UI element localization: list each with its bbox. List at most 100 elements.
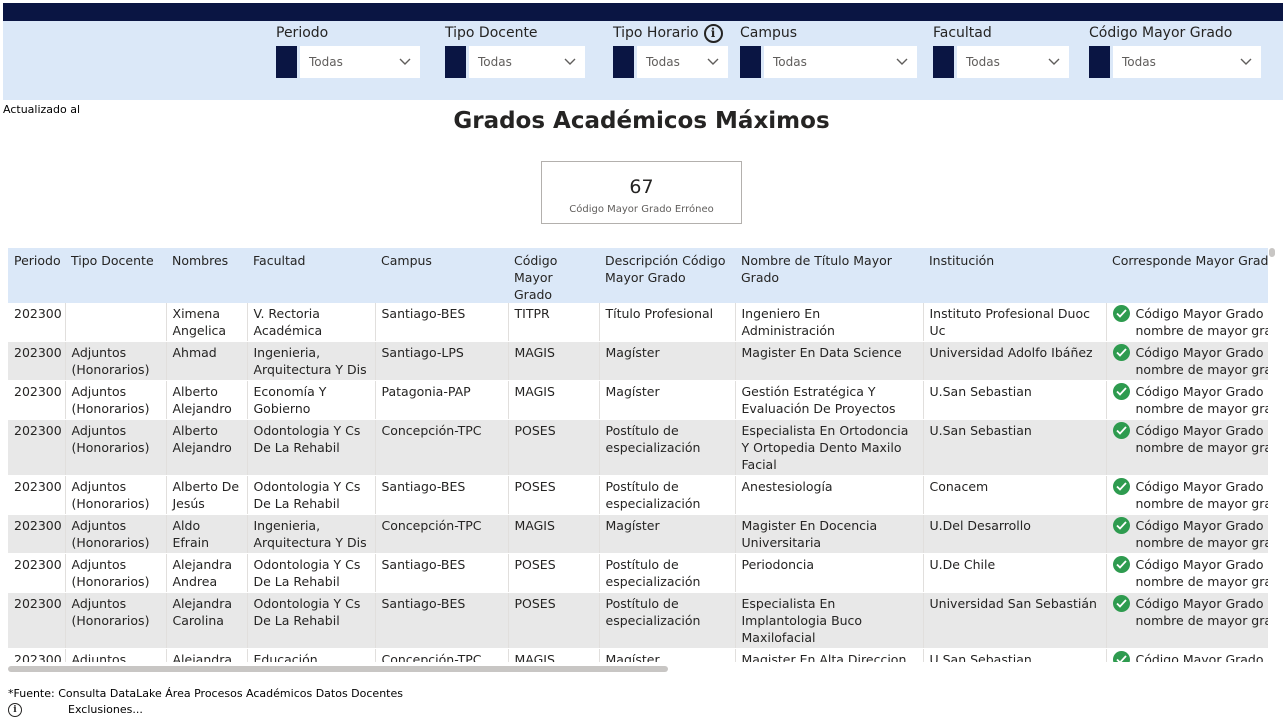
cell-tipo-docente: Adjuntos (Honorarios) xyxy=(65,553,167,593)
check-circle-icon xyxy=(1112,422,1130,439)
table-row[interactable]: 202300 Adjuntos (Honorarios) Ahmad Ingenier… xyxy=(8,341,1269,381)
column-header-nombres[interactable]: Nombres xyxy=(166,248,247,303)
periodo-dropdown[interactable]: Todas xyxy=(300,46,420,78)
cell-facultad: Ingenieria, Arquitectura Y Dis xyxy=(247,341,376,381)
slicer-label: Código Mayor Grado xyxy=(1089,25,1233,41)
cell-descripcion: Magíster xyxy=(599,514,736,554)
cell-nombres: Ximena Angelica xyxy=(166,303,248,342)
column-header-institucion[interactable]: Institución xyxy=(923,248,1106,303)
page-title: Grados Académicos Máximos xyxy=(453,108,830,134)
column-header-tipo-docente[interactable]: Tipo Docente xyxy=(65,248,166,303)
table-row[interactable]: 202300 Ximena Angelica V. Rectoria Académi… xyxy=(8,303,1268,342)
cell-institucion: Conacem xyxy=(923,475,1107,515)
cell-nombre-titulo: Periodoncia xyxy=(735,553,924,593)
table-row[interactable]: 202300 Adjuntos (Honorarios) Alberto De Je… xyxy=(8,475,1268,515)
data-table[interactable]: Periodo Tipo Docente Nombres Facultad Ca… xyxy=(8,248,1268,662)
cell-tipo-docente: Adjuntos (Honorarios) xyxy=(65,475,167,515)
slicer-accent xyxy=(445,46,466,78)
table-row[interactable]: 202300 Adjuntos (Honorarios) Aldo Efrain In… xyxy=(8,514,1269,554)
cell-nombres: Alejandra Andrea xyxy=(166,553,248,593)
table-row[interactable]: 202300Adjuntos (Honorarios)Alejandra Del… xyxy=(8,648,1268,662)
info-icon[interactable]: i xyxy=(8,703,22,717)
table-row[interactable]: 202300 Adjuntos (Honorarios) Alberto Aleja… xyxy=(8,380,1268,420)
chevron-down-icon xyxy=(1048,58,1060,65)
cell-corresponde: Código Mayor Grado c nombre de mayor gra… xyxy=(1106,553,1268,593)
cell-codigo: POSES xyxy=(508,475,600,515)
table-row[interactable]: 202300 Adjuntos (Honorarios) Alejandra And… xyxy=(8,553,1268,593)
cell-campus: Santiago-BES xyxy=(375,553,509,593)
cell-campus: Patagonia-PAP xyxy=(375,380,509,420)
cell-descripcion: Postítulo de especialización xyxy=(599,592,736,649)
info-icon[interactable]: i xyxy=(703,23,723,43)
cell-facultad: Economía Y Gobierno xyxy=(247,380,376,420)
facultad-dropdown[interactable]: Todas xyxy=(957,46,1069,78)
horizontal-scrollbar[interactable] xyxy=(8,665,1268,673)
tipo-horario-dropdown[interactable]: Todas xyxy=(637,46,728,78)
cell-codigo: MAGIS xyxy=(508,380,600,420)
check-circle-icon xyxy=(1112,517,1130,534)
campus-dropdown[interactable]: Todas xyxy=(764,46,917,78)
table-row[interactable]: 202300 Adjuntos (Honorarios) Alberto Aleja… xyxy=(8,419,1269,476)
cell-nombres: Alejandra Carolina xyxy=(166,592,248,649)
slicer-accent xyxy=(1089,46,1110,78)
exclusions-link[interactable]: Exclusiones... xyxy=(68,703,143,716)
check-circle-icon xyxy=(1112,556,1130,573)
codigo-mayor-grado-dropdown[interactable]: Todas xyxy=(1113,46,1261,78)
column-header-facultad[interactable]: Facultad xyxy=(247,248,375,303)
kpi-card[interactable]: 67 Código Mayor Grado Erróneo xyxy=(541,161,742,224)
chevron-down-icon xyxy=(1240,58,1252,65)
table-header-row: Periodo Tipo Docente Nombres Facultad Ca… xyxy=(8,248,1268,303)
cell-tipo-docente: Adjuntos (Honorarios) xyxy=(65,419,167,476)
chevron-down-icon xyxy=(896,58,908,65)
cell-periodo: 202300 xyxy=(8,553,66,593)
cell-campus: Concepción-TPC xyxy=(375,419,509,476)
column-header-periodo[interactable]: Periodo xyxy=(8,248,65,303)
column-header-nombre-titulo[interactable]: Nombre de Título Mayor Grado xyxy=(735,248,923,303)
column-header-corresponde[interactable]: Corresponde Mayor Grado xyxy=(1106,248,1268,303)
cell-nombre-titulo: Anestesiología xyxy=(735,475,924,515)
cell-text: Código Mayor Grado c nombre de mayor gra… xyxy=(1135,423,1269,455)
column-header-descripcion[interactable]: Descripción Código Mayor Grado xyxy=(599,248,735,303)
cell-periodo: 202300 xyxy=(8,341,66,381)
cell-text: Código Mayor Grado c nombre de mayor gra… xyxy=(1135,306,1269,338)
cell-nombres: Aldo Efrain xyxy=(166,514,248,554)
cell-corresponde: Código Mayor Grado c nombre de mayor gra… xyxy=(1106,514,1269,554)
cell-corresponde: Código Mayor Grado c nombre de mayor gra… xyxy=(1106,592,1268,649)
cell-tipo-docente: Adjuntos (Honorarios) xyxy=(65,341,167,381)
kpi-caption: Código Mayor Grado Erróneo xyxy=(569,204,714,215)
cell-descripcion: Magíster xyxy=(599,380,736,420)
cell-descripcion: Título Profesional xyxy=(599,303,736,342)
cell-descripcion: Magíster xyxy=(599,648,736,662)
scrollbar-thumb[interactable] xyxy=(8,666,668,672)
cell-nombre-titulo: Ingeniero En Administración xyxy=(735,303,924,342)
column-header-campus[interactable]: Campus xyxy=(375,248,508,303)
slicer-accent xyxy=(613,46,634,78)
scrollbar-thumb[interactable] xyxy=(1269,248,1275,257)
cell-codigo: MAGIS xyxy=(508,514,600,554)
source-footnote: *Fuente: Consulta DataLake Área Procesos… xyxy=(8,687,403,700)
cell-campus: Concepción-TPC xyxy=(375,648,509,662)
slicer-label: Tipo Horario xyxy=(613,25,699,41)
cell-institucion: U.San Sebastian xyxy=(923,648,1107,662)
cell-nombres: Alberto Alejandro xyxy=(166,419,248,476)
cell-tipo-docente: Adjuntos (Honorarios) xyxy=(65,380,167,420)
cell-corresponde: Código Mayor Grado c nombre de mayor gra… xyxy=(1106,303,1268,342)
cell-corresponde: Código Mayor Grado c nombre de mayor gra… xyxy=(1106,648,1268,662)
tipo-docente-dropdown[interactable]: Todas xyxy=(469,46,585,78)
cell-descripcion: Magíster xyxy=(599,341,736,381)
cell-periodo: 202300 xyxy=(8,303,66,342)
cell-tipo-docente: Adjuntos (Honorarios) xyxy=(65,648,167,662)
cell-institucion: U.San Sebastian xyxy=(923,419,1107,476)
cell-facultad: Odontologia Y Cs De La Rehabil xyxy=(247,475,376,515)
cell-nombre-titulo: Magister En Data Science xyxy=(735,341,924,381)
dropdown-value: Todas xyxy=(773,55,807,69)
slicer-facultad: Facultad Todas xyxy=(933,23,1069,78)
cell-text: Código Mayor Grado c nombre de mayor gra… xyxy=(1135,345,1269,377)
vertical-scrollbar[interactable] xyxy=(1268,248,1276,662)
cell-campus: Santiago-BES xyxy=(375,303,509,342)
column-header-codigo-mayor-grado[interactable]: Código Mayor Grado xyxy=(508,248,599,303)
cell-text: Código Mayor Grado c nombre de mayor gra… xyxy=(1135,518,1269,550)
table-row[interactable]: 202300 Adjuntos (Honorarios) Alejandra Car… xyxy=(8,592,1268,649)
cell-codigo: MAGIS xyxy=(508,341,600,381)
cell-tipo-docente: Adjuntos (Honorarios) xyxy=(65,592,167,649)
